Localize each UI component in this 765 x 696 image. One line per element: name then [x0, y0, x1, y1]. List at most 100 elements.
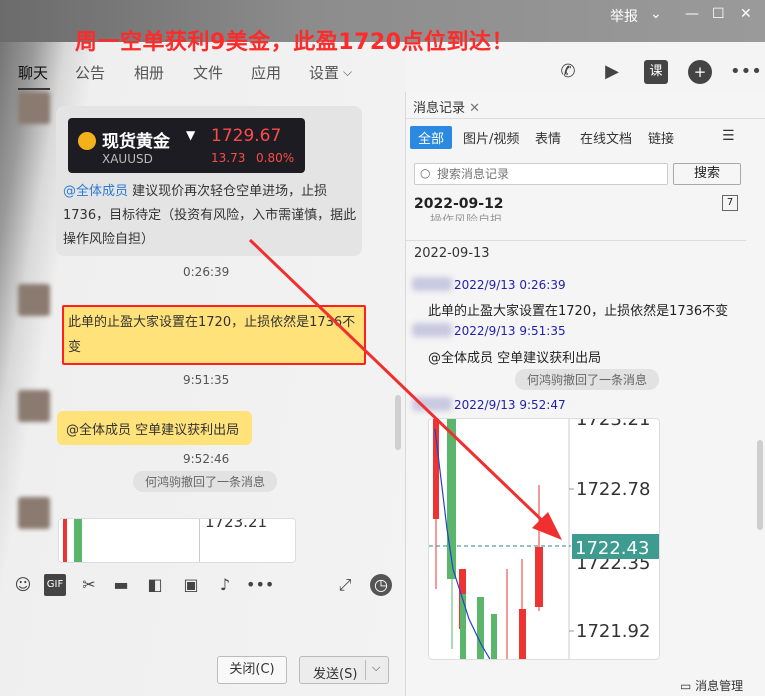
quote-price: 1729.67: [211, 126, 282, 146]
main-tabs: 聊天 公告 相册 文件 应用 设置 ⌵ ✆ ▶ 课 + •••: [0, 52, 765, 92]
history-clock-icon[interactable]: ◷: [370, 574, 392, 596]
sender-name-blurred: [412, 323, 452, 337]
input-toolbar: ☺ GIF ✂ ▬ ◧ ▣ ♪ ••• ⤢ ◷: [0, 568, 406, 602]
minimize-button[interactable]: —: [685, 6, 699, 22]
avatar[interactable]: [18, 92, 50, 124]
chart-axis: [199, 519, 200, 562]
search-icon: ○: [420, 166, 431, 180]
y-tick-label: 1721.92: [576, 621, 650, 642]
candlestick-chart-image[interactable]: 1723.21 1722.78 1722.35 1721.92 1722.43: [428, 418, 660, 660]
send-label: 发送(S): [313, 667, 358, 682]
message-timestamp: 2022/9/13 9:51:35: [454, 324, 566, 338]
tab-announcement[interactable]: 公告: [75, 62, 105, 83]
message-manager-icon: ▭: [680, 679, 692, 693]
tab-album[interactable]: 相册: [134, 62, 164, 83]
folder-icon[interactable]: ▬: [110, 574, 132, 596]
date-header: 2022-09-12: [414, 196, 504, 212]
history-message[interactable]: 此单的止盈大家设置在1720，止损依然是1736不变: [428, 300, 728, 319]
more-icon[interactable]: •••: [246, 574, 274, 596]
caret-down-icon: ▼: [186, 128, 196, 142]
y-tick-label: 1723.21: [576, 419, 650, 430]
phone-icon[interactable]: ✆: [556, 60, 580, 84]
avatar[interactable]: [18, 497, 50, 529]
date-header: 2022-09-13: [414, 246, 490, 261]
filter-links[interactable]: 链接: [648, 128, 674, 147]
gold-coin-icon: [78, 132, 96, 150]
candle-body: [477, 597, 484, 659]
candle-body: [460, 594, 466, 659]
chevron-down-icon[interactable]: ⌵: [372, 661, 380, 675]
gold-quote-card[interactable]: 现货黄金 ▼ XAUUSD 1729.67 13.73 0.80%: [68, 118, 305, 173]
candlestick-chart: 1723.21 1722.78 1722.35 1721.92 1722.43: [429, 419, 659, 659]
sender-name-blurred: [412, 277, 452, 291]
bell-icon[interactable]: ♪: [214, 574, 236, 596]
mention-all[interactable]: @全体成员: [63, 184, 128, 199]
chart-image-thumbnail[interactable]: 1723.21: [58, 518, 296, 563]
close-button[interactable]: 关闭(C): [217, 656, 287, 684]
close-window-button[interactable]: ✕: [740, 6, 752, 22]
tab-underline: [18, 88, 50, 90]
more-icon[interactable]: •••: [730, 60, 762, 84]
report-button[interactable]: 举报: [610, 6, 638, 26]
sender-name-blurred: [412, 397, 452, 411]
history-filters: 全部 图片/视频 表情 在线文档 链接 ☰: [406, 124, 765, 149]
chat-scrollbar[interactable]: [395, 395, 401, 450]
history-scrollbar[interactable]: [757, 440, 763, 530]
filter-all[interactable]: 全部: [410, 126, 453, 149]
recall-notice: 何鸿驹撤回了一条消息: [515, 369, 660, 390]
message-time: 0:26:39: [183, 265, 230, 279]
video-call-icon[interactable]: ▶: [600, 60, 624, 84]
scissors-icon[interactable]: ✂: [78, 574, 100, 596]
candle-bar: [63, 519, 67, 562]
maximize-button[interactable]: ☐: [712, 6, 725, 22]
thumb-price-label: 1723.21: [205, 518, 268, 531]
candle-bar: [74, 519, 82, 562]
gif-icon[interactable]: GIF: [44, 574, 66, 596]
emoji-icon[interactable]: ☺: [12, 574, 34, 596]
add-app-icon[interactable]: +: [688, 60, 712, 84]
avatar[interactable]: [18, 284, 50, 316]
message-manager-link[interactable]: ▭ 消息管理: [680, 677, 743, 694]
close-icon[interactable]: ✕: [469, 101, 480, 116]
date-divider: [406, 240, 746, 241]
recall-notice: 何鸿驹撤回了一条消息: [133, 471, 278, 492]
quote-symbol: XAUUSD: [102, 152, 153, 166]
chevron-down-icon[interactable]: ⌄: [650, 6, 662, 22]
history-tab[interactable]: 消息记录 ✕: [413, 97, 480, 116]
calendar-icon[interactable]: 7: [722, 195, 738, 211]
message-text: 此单的止盈大家设置在1720，止损依然是1736不变: [68, 315, 356, 355]
search-button[interactable]: 搜索: [673, 163, 741, 185]
avatar[interactable]: [18, 390, 50, 422]
candle-body: [491, 614, 497, 659]
history-search-box[interactable]: ○: [414, 163, 668, 185]
quote-change: 13.73: [211, 151, 246, 165]
message-time: 9:51:35: [183, 373, 230, 387]
message-time: 9:52:46: [183, 452, 230, 466]
y-tick-label: 1722.78: [576, 479, 650, 500]
message-timestamp: 2022/9/13 0:26:39: [454, 278, 566, 292]
filter-media[interactable]: 图片/视频: [463, 128, 519, 147]
tab-settings[interactable]: 设置: [309, 62, 339, 83]
search-input[interactable]: [437, 165, 663, 183]
message-timestamp: 2022/9/13 9:52:47: [454, 398, 566, 412]
send-button[interactable]: 发送(S) ⌵: [299, 656, 389, 684]
send-divider: [365, 660, 366, 680]
message-text: @全体成员 建议现价再次轻仓空单进场，止损1736，目标待定（投资有风险，入市需…: [63, 184, 357, 247]
current-price-label: 1722.43: [575, 538, 649, 559]
message-text: @全体成员 空单建议获利出局: [66, 423, 240, 438]
course-icon[interactable]: 课: [644, 60, 668, 84]
image-icon[interactable]: ▣: [180, 574, 202, 596]
filter-settings-icon[interactable]: ☰: [722, 128, 735, 144]
tab-apps[interactable]: 应用: [251, 62, 281, 83]
tab-files[interactable]: 文件: [193, 62, 223, 83]
quote-name: 现货黄金: [102, 132, 170, 152]
doc-icon[interactable]: ◧: [144, 574, 166, 596]
tab-chat[interactable]: 聊天: [18, 62, 48, 83]
history-message[interactable]: @全体成员 空单建议获利出局: [428, 347, 601, 366]
filter-docs[interactable]: 在线文档: [580, 128, 632, 147]
chevron-down-icon[interactable]: ⌵: [343, 65, 352, 80]
expand-icon[interactable]: ⤢: [334, 574, 356, 596]
cutoff-message: 操作风险自担: [430, 213, 503, 221]
filter-stickers[interactable]: 表情: [535, 128, 561, 147]
quote-percent: 0.80%: [256, 151, 295, 165]
